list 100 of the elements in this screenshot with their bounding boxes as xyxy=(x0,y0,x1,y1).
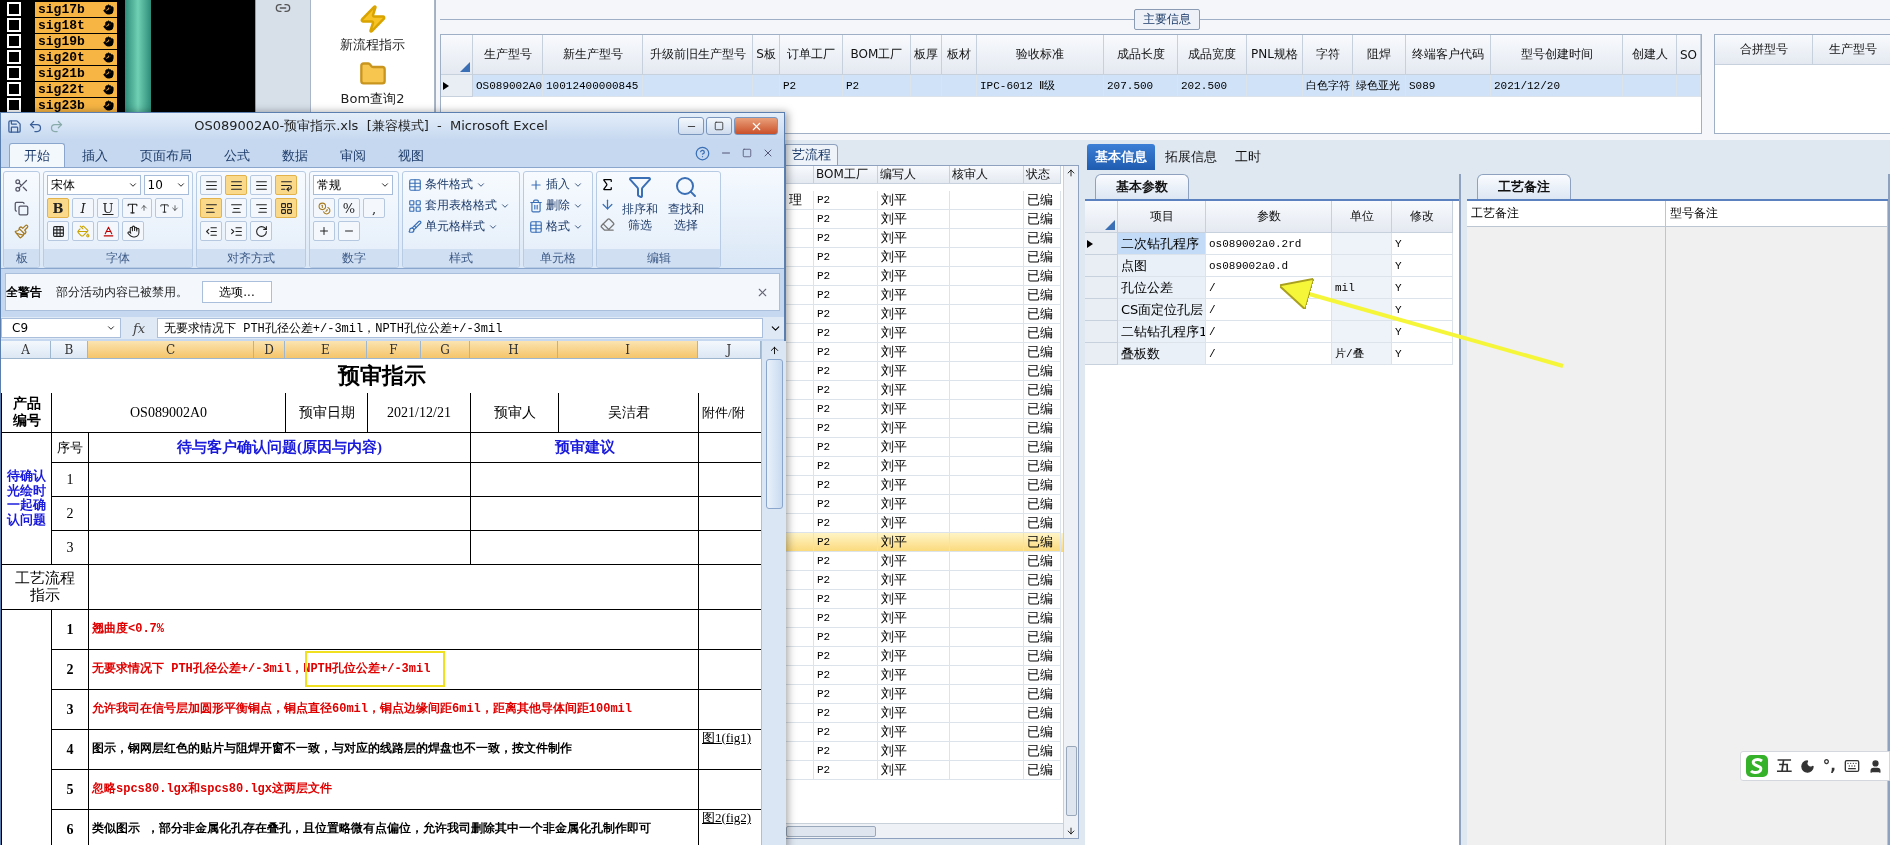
layer-button[interactable]: sig21b xyxy=(35,65,117,81)
column-header[interactable]: J xyxy=(698,341,761,359)
ribbon-tab[interactable]: 页面布局 xyxy=(125,143,207,167)
launch-button[interactable]: Bom查询2 xyxy=(336,60,409,108)
table-row[interactable]: P2 刘平 已编 xyxy=(786,476,1063,495)
column-header[interactable]: D xyxy=(254,341,285,359)
column-header[interactable]: 型号创建时间 xyxy=(1491,35,1623,75)
decrease-decimal-button[interactable] xyxy=(338,221,360,241)
column-header[interactable]: 创建人 xyxy=(1623,35,1677,75)
close-icon[interactable] xyxy=(762,147,774,159)
table-row[interactable]: P2 刘平 已编 xyxy=(786,229,1063,248)
table-row[interactable]: P2 刘平 已编 xyxy=(786,210,1063,229)
ribbon-tab[interactable]: 公式 xyxy=(209,143,265,167)
column-header[interactable]: 生产型号 xyxy=(1813,35,1890,65)
column-header[interactable]: 单位 xyxy=(1332,201,1392,233)
column-header[interactable]: 型号备注 xyxy=(1666,201,1887,227)
column-header[interactable]: G xyxy=(421,341,470,359)
ribbon-tab[interactable]: 视图 xyxy=(383,143,439,167)
layer-button[interactable]: sig23b xyxy=(35,97,117,113)
indent-button[interactable] xyxy=(225,221,247,241)
underline-button[interactable]: U xyxy=(97,198,119,218)
column-header[interactable]: 升级前旧生产型号 xyxy=(643,35,753,75)
tab[interactable]: 拓展信息 xyxy=(1157,144,1225,170)
table-row[interactable]: P2 刘平 已编 xyxy=(786,362,1063,381)
copy-icon[interactable] xyxy=(14,201,29,216)
save-icon[interactable] xyxy=(7,118,22,134)
column-header[interactable]: 终端客户代码 xyxy=(1406,35,1491,75)
checkbox[interactable] xyxy=(7,34,21,48)
column-header[interactable]: I xyxy=(558,341,698,359)
table-row[interactable]: P2 刘平 已编 xyxy=(786,305,1063,324)
undo-icon[interactable] xyxy=(28,118,43,134)
table-row[interactable]: P2 刘平 已编 xyxy=(786,267,1063,286)
table-row[interactable]: P2 刘平 已编 xyxy=(786,609,1063,628)
table-row[interactable]: P2 刘平 已编 xyxy=(786,457,1063,476)
column-header[interactable]: 字符 xyxy=(1303,35,1353,75)
launch-button[interactable]: 新流程指示 xyxy=(336,4,409,54)
ribbon-command[interactable]: 删除 xyxy=(527,196,589,215)
align-bottom-button[interactable] xyxy=(250,175,272,195)
panel-tab[interactable]: 艺流程 xyxy=(785,144,838,165)
ribbon-command[interactable]: 格式 xyxy=(527,217,589,236)
table-row[interactable]: P2 刘平 已编 xyxy=(786,343,1063,362)
column-header[interactable]: S板 xyxy=(753,35,780,75)
column-header[interactable]: 修改 xyxy=(1392,201,1453,233)
table-row[interactable]: P2 刘平 已编 xyxy=(786,419,1063,438)
ribbon-tab[interactable]: 开始 xyxy=(9,143,65,167)
table-row[interactable]: P2 刘平 已编 xyxy=(786,704,1063,723)
column-header[interactable]: 参数 xyxy=(1206,201,1332,233)
phonetic-button[interactable] xyxy=(122,221,144,241)
fill-color-button[interactable] xyxy=(72,221,94,241)
help-icon[interactable] xyxy=(695,145,710,161)
align-center-button[interactable] xyxy=(225,198,247,218)
column-header[interactable]: PNL规格 xyxy=(1247,35,1303,75)
ribbon-command[interactable]: 条件格式 xyxy=(406,175,516,194)
layer-button[interactable]: sig22t xyxy=(35,81,117,97)
ribbon-tab[interactable]: 审阅 xyxy=(325,143,381,167)
restore-icon[interactable] xyxy=(742,148,752,158)
moon-icon[interactable] xyxy=(1799,758,1815,774)
currency-button[interactable] xyxy=(313,198,335,218)
column-header[interactable]: 工艺备注 xyxy=(1467,201,1665,227)
table-row[interactable]: P2 刘平 已编 xyxy=(786,666,1063,685)
table-row[interactable]: P2 刘平 已编 xyxy=(786,286,1063,305)
column-header[interactable]: BOM工厂 xyxy=(843,35,911,75)
ribbon-command[interactable]: 单元格样式 xyxy=(406,217,516,236)
maximize-button[interactable] xyxy=(706,117,732,135)
fill-down-icon[interactable] xyxy=(600,197,615,212)
column-header[interactable]: SO xyxy=(1677,35,1701,75)
increase-decimal-button[interactable] xyxy=(313,221,335,241)
column-header[interactable]: H xyxy=(470,341,558,359)
paintbrush-icon[interactable] xyxy=(14,224,29,239)
column-header[interactable]: 状态 xyxy=(1024,166,1061,184)
layer-button[interactable]: sig20t xyxy=(35,49,117,65)
scroll-down-icon[interactable] xyxy=(1066,826,1076,836)
scroll-thumb[interactable] xyxy=(786,825,876,837)
table-row[interactable]: P2 刘平 已编 xyxy=(786,590,1063,609)
table-row[interactable]: P2 刘平 已编 xyxy=(786,438,1063,457)
table-row[interactable]: P2 刘平 已编 xyxy=(786,723,1063,742)
keyboard-icon[interactable] xyxy=(1844,758,1860,774)
layer-button[interactable]: sig19b xyxy=(35,33,117,49)
scroll-thumb[interactable] xyxy=(1065,746,1077,816)
ribbon-tab[interactable]: 插入 xyxy=(67,143,123,167)
options-button[interactable]: 选项... xyxy=(202,281,272,303)
close-button[interactable] xyxy=(734,117,778,135)
ribbon-command[interactable]: 插入 xyxy=(527,175,589,194)
column-header[interactable]: 新生产型号 xyxy=(543,35,643,75)
checkbox[interactable] xyxy=(7,66,21,80)
font-size-select[interactable]: 10 xyxy=(143,175,189,195)
number-format-select[interactable]: 常规 xyxy=(313,175,393,195)
column-header[interactable]: 成品长度 xyxy=(1104,35,1178,75)
ime-text[interactable]: 五 xyxy=(1776,756,1792,776)
scissors-icon[interactable] xyxy=(14,178,29,193)
wrap-text-button[interactable] xyxy=(275,175,297,195)
column-header[interactable]: E xyxy=(285,341,367,359)
outdent-button[interactable] xyxy=(200,221,222,241)
table-row[interactable]: P2 刘平 已编 xyxy=(786,571,1063,590)
checkbox[interactable] xyxy=(7,82,21,96)
column-header[interactable]: 编写人 xyxy=(878,166,950,184)
column-header[interactable]: 阻焊 xyxy=(1353,35,1406,75)
orientation-button[interactable] xyxy=(250,221,272,241)
align-middle-button[interactable] xyxy=(225,175,247,195)
grow-font-button[interactable] xyxy=(122,198,152,218)
